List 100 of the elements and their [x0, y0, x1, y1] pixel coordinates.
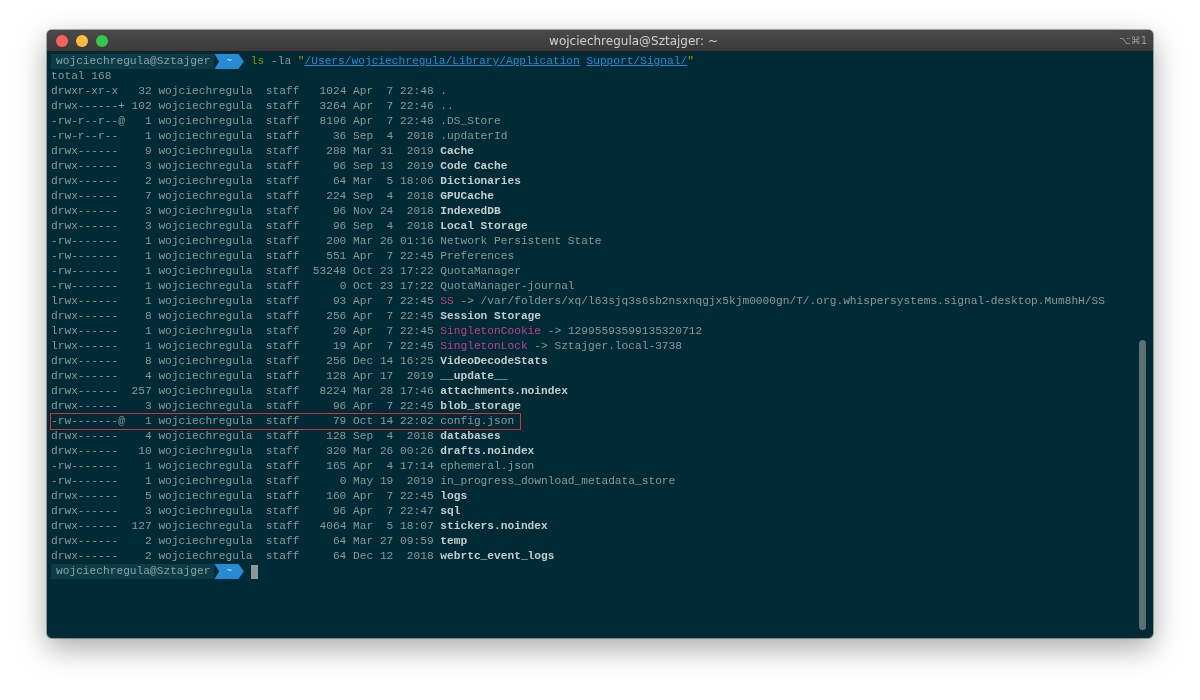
file-size: 320 [325, 444, 347, 459]
permissions-text: drwx------ [51, 144, 120, 159]
file-name: webrtc_event_logs [440, 549, 555, 564]
group-text: staff [265, 444, 300, 459]
modified-date: Mar 26 01:16 [353, 234, 434, 249]
permissions-text: -rw------- [51, 249, 120, 264]
modified-date: Apr 7 22:46 [353, 99, 434, 114]
modified-date: Mar 28 17:46 [353, 384, 434, 399]
permissions-text: drwx------ [51, 444, 120, 459]
modified-date: Sep 4 2018 [353, 429, 434, 444]
file-name: in_progress_download_metadata_store [440, 474, 676, 489]
prompt-directory: ~ [214, 54, 244, 69]
file-name: VideoDecodeStats [440, 354, 548, 369]
permissions-text: lrwx------ [51, 294, 120, 309]
shortcut-text: ⌥⌘1 [1119, 35, 1147, 46]
file-size: 64 [331, 534, 347, 549]
owner-text: wojciechregula [158, 249, 253, 264]
link-count: 1 [143, 279, 152, 294]
file-name: QuotaManager-journal [440, 279, 575, 294]
modified-date: Mar 5 18:07 [353, 519, 434, 534]
owner-text: wojciechregula [158, 399, 253, 414]
group-text: staff [265, 429, 300, 444]
file-name: logs [440, 489, 468, 504]
link-count: 2 [143, 549, 152, 564]
path-text: Support/Signal/ [586, 54, 688, 69]
owner-text: wojciechregula [158, 534, 253, 549]
file-size: 96 [331, 504, 347, 519]
owner-text: wojciechregula [158, 279, 253, 294]
file-size: 20 [331, 324, 347, 339]
group-text: staff [265, 399, 300, 414]
modified-date: Apr 7 22:45 [353, 294, 434, 309]
link-count: 1 [143, 414, 152, 429]
group-text: staff [265, 234, 300, 249]
owner-text: wojciechregula [158, 294, 253, 309]
file-name: databases [440, 429, 501, 444]
group-text: staff [265, 264, 300, 279]
text-cursor [250, 564, 258, 579]
modified-date: Apr 7 22:48 [353, 84, 434, 99]
modified-date: Apr 17 2019 [353, 369, 434, 384]
group-text: staff [265, 309, 300, 324]
file-name: sql [440, 504, 461, 519]
file-name: __update__ [440, 369, 508, 384]
permissions-text: drwx------ [51, 549, 120, 564]
minimize-button[interactable] [76, 34, 88, 47]
permissions-text: drwx------ [51, 489, 120, 504]
owner-text: wojciechregula [158, 339, 253, 354]
permissions-text: drwx------ [51, 504, 120, 519]
group-text: staff [265, 474, 300, 489]
group-text: staff [265, 414, 300, 429]
file-size: 128 [325, 369, 347, 384]
file-size: 200 [325, 234, 347, 249]
link-arrow: -> [547, 324, 562, 339]
owner-text: wojciechregula [158, 414, 253, 429]
file-name: .DS_Store [440, 114, 501, 129]
file-size: 96 [331, 159, 347, 174]
permissions-text: -rw------- [51, 234, 120, 249]
file-size: 256 [325, 354, 347, 369]
command-flags: -la [270, 54, 292, 69]
file-size: 551 [325, 249, 347, 264]
owner-text: wojciechregula [158, 474, 253, 489]
zoom-button[interactable] [96, 34, 108, 47]
link-count: 32 [137, 84, 152, 99]
file-size: 0 [338, 279, 347, 294]
path-text: /Users/wojciechregula/Library/Application [304, 54, 580, 69]
quote-mark: " [297, 54, 305, 69]
link-count: 127 [130, 519, 152, 534]
link-count: 1 [143, 294, 152, 309]
command-program: ls [250, 54, 265, 69]
link-count: 1 [143, 249, 152, 264]
link-count: 1 [143, 129, 152, 144]
modified-date: Nov 24 2018 [353, 204, 434, 219]
modified-date: Apr 7 22:45 [353, 489, 434, 504]
file-name: SingletonCookie [440, 324, 542, 339]
file-name: SingletonLock [440, 339, 528, 354]
file-name: Local Storage [440, 219, 528, 234]
link-target: /var/folders/xq/l63sjq3s6sb2nsxnqgjx5kjm0000gn/T/.org.whispersystems.signal-desktop.Mum8hH/SS [480, 294, 1105, 309]
group-text: staff [265, 99, 300, 114]
group-text: staff [265, 144, 300, 159]
close-button[interactable] [56, 34, 68, 47]
prompt-user: wojciechregula@Sztajger [51, 564, 215, 579]
modified-date: Mar 31 2019 [353, 144, 434, 159]
scrollbar-thumb[interactable] [1139, 340, 1146, 630]
group-text: staff [265, 369, 300, 384]
file-name: Network Persistent State [440, 234, 602, 249]
owner-text: wojciechregula [158, 264, 253, 279]
group-text: staff [265, 384, 300, 399]
modified-date: Dec 12 2018 [353, 549, 434, 564]
modified-date: Apr 7 22:45 [353, 339, 434, 354]
modified-date: Apr 7 22:45 [353, 399, 434, 414]
link-count: 3 [143, 159, 152, 174]
link-count: 9 [143, 144, 152, 159]
link-count: 8 [143, 354, 152, 369]
permissions-text: -rw-------@ [51, 414, 125, 429]
permissions-text: lrwx------ [51, 339, 120, 354]
group-text: staff [265, 114, 300, 129]
file-size: 3264 [318, 99, 347, 114]
link-count: 3 [143, 504, 152, 519]
file-name: Preferences [440, 249, 515, 264]
modified-date: Apr 7 22:45 [353, 324, 434, 339]
owner-text: wojciechregula [158, 549, 253, 564]
